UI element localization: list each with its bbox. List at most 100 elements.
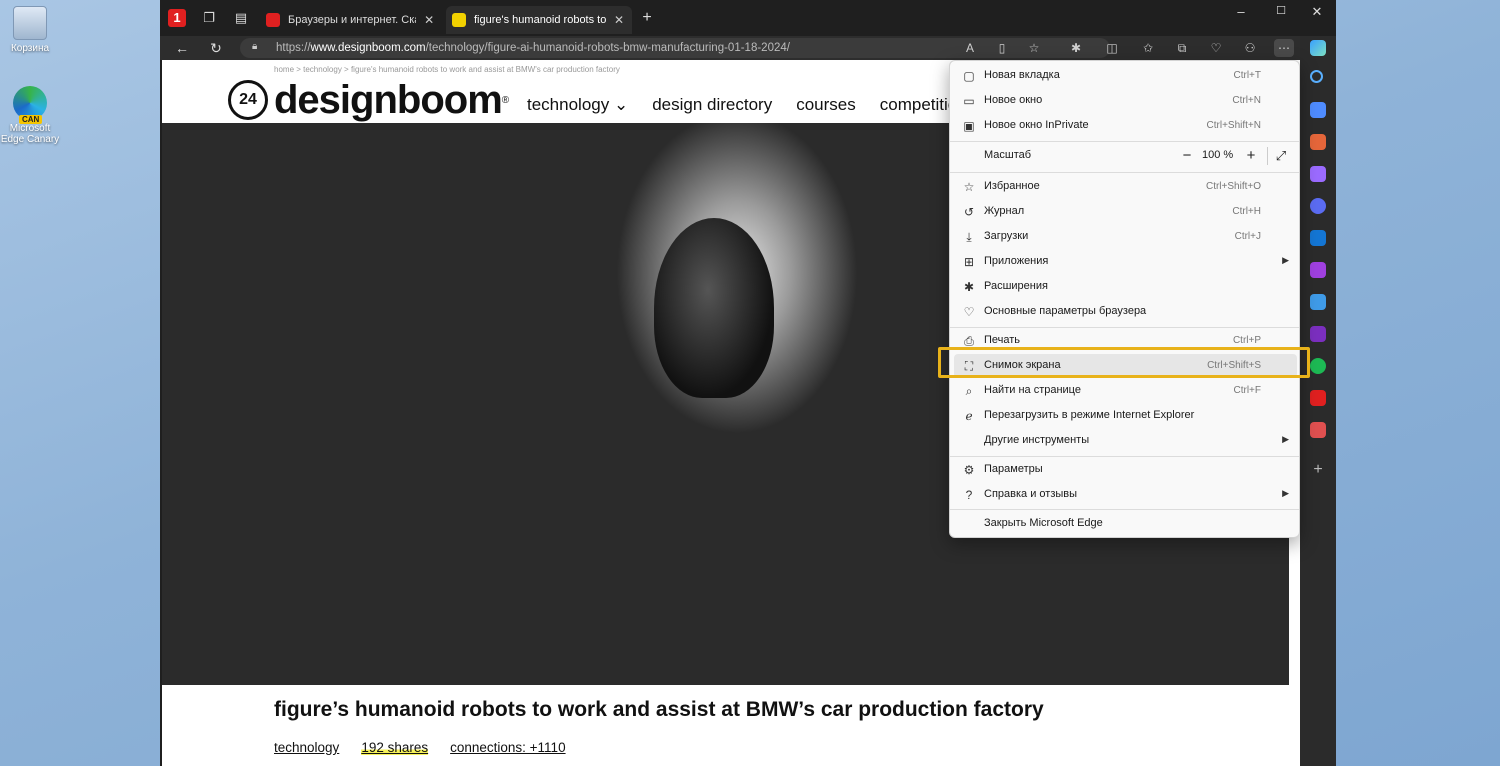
- menu-label: Печать: [984, 334, 1021, 346]
- maximize-icon[interactable]: ☐: [1266, 4, 1296, 22]
- designboom-logo[interactable]: 24 designboom ®: [228, 78, 509, 122]
- menu-shortcut: Ctrl+P: [1232, 335, 1261, 346]
- menu-new-inprivate[interactable]: ▣ Новое окно InPrivate Ctrl+Shift+N: [954, 114, 1297, 138]
- navigation-toolbar: ← ↻ https://www.designboom.com/technolog…: [160, 36, 1336, 60]
- meta-shares-link[interactable]: 192 shares: [361, 740, 429, 755]
- telegram-icon[interactable]: [1310, 294, 1326, 310]
- logo-registered: ®: [501, 94, 510, 106]
- apps-icon: ⊞: [963, 255, 975, 269]
- menu-label: Справка и отзывы: [984, 488, 1078, 500]
- menu-close-edge[interactable]: Закрыть Microsoft Edge: [954, 512, 1297, 536]
- tab-bar: 1 ❐ ▤ Браузеры и интернет. Скачать б ✕ f…: [160, 0, 1336, 36]
- favorite-star-icon[interactable]: ☆: [1024, 39, 1044, 57]
- meta-category-link[interactable]: technology: [274, 740, 339, 755]
- nav-technology[interactable]: technology ⌄: [527, 95, 628, 115]
- menu-label: Масштаб: [984, 149, 1032, 161]
- menu-history[interactable]: ↺ Журнал Ctrl+H: [954, 200, 1297, 224]
- heart-pulse-icon: ♡: [963, 305, 975, 319]
- settings-more-icon[interactable]: ⋯: [1274, 39, 1294, 57]
- zoom-out-icon[interactable]: −: [1178, 148, 1196, 164]
- menu-shortcut: Ctrl+Shift+N: [1206, 120, 1261, 131]
- new-tab-plus-icon[interactable]: +: [638, 9, 656, 27]
- search-icon[interactable]: [1310, 70, 1323, 83]
- history-icon: ↺: [963, 205, 975, 219]
- menu-browser-essentials[interactable]: ♡ Основные параметры браузера: [954, 300, 1297, 324]
- tab-actions-icon[interactable]: ▤: [232, 9, 250, 27]
- article-meta: technology 192 shares connections: +1110: [274, 740, 566, 755]
- spotify-icon[interactable]: [1310, 358, 1326, 374]
- tab-browsers[interactable]: Браузеры и интернет. Скачать б ✕: [260, 6, 442, 34]
- share-icon[interactable]: ⚇: [1240, 39, 1260, 57]
- workspaces-icon[interactable]: ❐: [200, 9, 218, 27]
- menu-label: Расширения: [984, 280, 1048, 292]
- menu-help[interactable]: ? Справка и отзывы ▶: [954, 483, 1297, 507]
- site-navigation: technology ⌄ design directory courses co…: [527, 95, 957, 115]
- games-icon[interactable]: [1310, 166, 1326, 182]
- close-window-icon[interactable]: ✕: [1302, 4, 1332, 22]
- nav-design-directory[interactable]: design directory: [652, 95, 772, 115]
- menu-label: Перезагрузить в режиме Internet Explorer: [984, 409, 1195, 421]
- nav-competitions[interactable]: competitio: [880, 95, 957, 115]
- menu-extensions[interactable]: ✱ Расширения: [954, 275, 1297, 299]
- menu-more-tools[interactable]: Другие инструменты ▶: [954, 429, 1297, 453]
- zoom-in-icon[interactable]: +: [1242, 148, 1260, 164]
- menu-downloads[interactable]: ⤓ Загрузки Ctrl+J: [954, 225, 1297, 249]
- recycle-bin-shortcut[interactable]: Корзина: [0, 6, 60, 54]
- nav-courses[interactable]: courses: [796, 95, 856, 115]
- back-arrow-icon[interactable]: ←: [172, 39, 192, 57]
- help-icon: ?: [965, 488, 973, 502]
- meta-connections-link[interactable]: connections: +1110: [450, 740, 565, 755]
- fullscreen-icon[interactable]: ⤢: [1272, 148, 1290, 164]
- menu-label: Другие инструменты: [984, 434, 1090, 446]
- find-icon: ⌕: [965, 384, 973, 398]
- menu-settings[interactable]: ⚙ Параметры: [954, 458, 1297, 482]
- zoom-divider: [1267, 147, 1268, 165]
- downloads-icon: ⤓: [966, 230, 972, 244]
- gear-icon: ⚙: [963, 463, 975, 477]
- refresh-icon[interactable]: ↻: [206, 39, 226, 57]
- extensions-icon[interactable]: ✱: [1066, 39, 1086, 57]
- menu-new-window[interactable]: ▭ Новое окно Ctrl+N: [954, 89, 1297, 113]
- tab-close-icon[interactable]: ✕: [612, 13, 626, 27]
- tab-close-icon[interactable]: ✕: [422, 13, 436, 27]
- tab-favicon-icon: [452, 13, 466, 27]
- designer-icon[interactable]: [1310, 262, 1326, 278]
- outlook-icon[interactable]: [1310, 230, 1326, 246]
- immersive-reader-icon[interactable]: ▯: [992, 39, 1012, 57]
- app-icon[interactable]: [1310, 422, 1326, 438]
- tab-designboom[interactable]: figure's humanoid robots to work ✕: [446, 6, 632, 34]
- menu-new-tab[interactable]: ▢ Новая вкладка Ctrl+T: [954, 64, 1297, 88]
- edge-canary-shortcut[interactable]: CAN Microsoft Edge Canary: [0, 86, 60, 145]
- edge-sidebar: +: [1300, 36, 1336, 766]
- minimize-icon[interactable]: –: [1226, 4, 1256, 22]
- highlight-box: [938, 347, 1310, 378]
- menu-separator: [950, 172, 1299, 173]
- onenote-icon[interactable]: [1310, 326, 1326, 342]
- menu-ie-mode[interactable]: ℯ Перезагрузить в режиме Internet Explor…: [954, 404, 1297, 428]
- split-screen-icon[interactable]: ◫: [1102, 39, 1122, 57]
- menu-find-on-page[interactable]: ⌕ Найти на странице Ctrl+F: [954, 379, 1297, 403]
- logo-wordmark: designboom: [274, 77, 503, 122]
- menu-label: Новое окно: [984, 94, 1043, 106]
- favorites-bar-icon[interactable]: ✩: [1138, 39, 1158, 57]
- menu-apps[interactable]: ⊞ Приложения ▶: [954, 250, 1297, 274]
- lock-icon[interactable]: 🔒︎: [252, 41, 262, 54]
- menu-label: Журнал: [984, 205, 1025, 217]
- recycle-bin-icon: [13, 6, 47, 40]
- copilot-icon[interactable]: [1310, 40, 1326, 56]
- menu-separator: [950, 456, 1299, 457]
- breadcrumb[interactable]: home > technology > figure's humanoid ro…: [274, 65, 620, 74]
- tools-briefcase-icon[interactable]: [1310, 134, 1326, 150]
- menu-favorites[interactable]: ☆ Избранное Ctrl+Shift+O: [954, 175, 1297, 199]
- shopping-tag-icon[interactable]: [1310, 102, 1326, 118]
- edge-canary-label: Microsoft Edge Canary: [0, 123, 60, 145]
- microsoft365-icon[interactable]: [1310, 198, 1326, 214]
- read-aloud-icon[interactable]: A: [960, 39, 980, 57]
- url-scheme: https://: [276, 42, 311, 54]
- profile-icon[interactable]: 1: [168, 9, 186, 27]
- collections-icon[interactable]: ⧉: [1172, 39, 1192, 57]
- site-app-icon[interactable]: [1310, 390, 1326, 406]
- browser-essentials-icon[interactable]: ♡: [1206, 39, 1226, 57]
- add-sidebar-app-plus-icon[interactable]: +: [1310, 462, 1326, 478]
- menu-separator: [950, 141, 1299, 142]
